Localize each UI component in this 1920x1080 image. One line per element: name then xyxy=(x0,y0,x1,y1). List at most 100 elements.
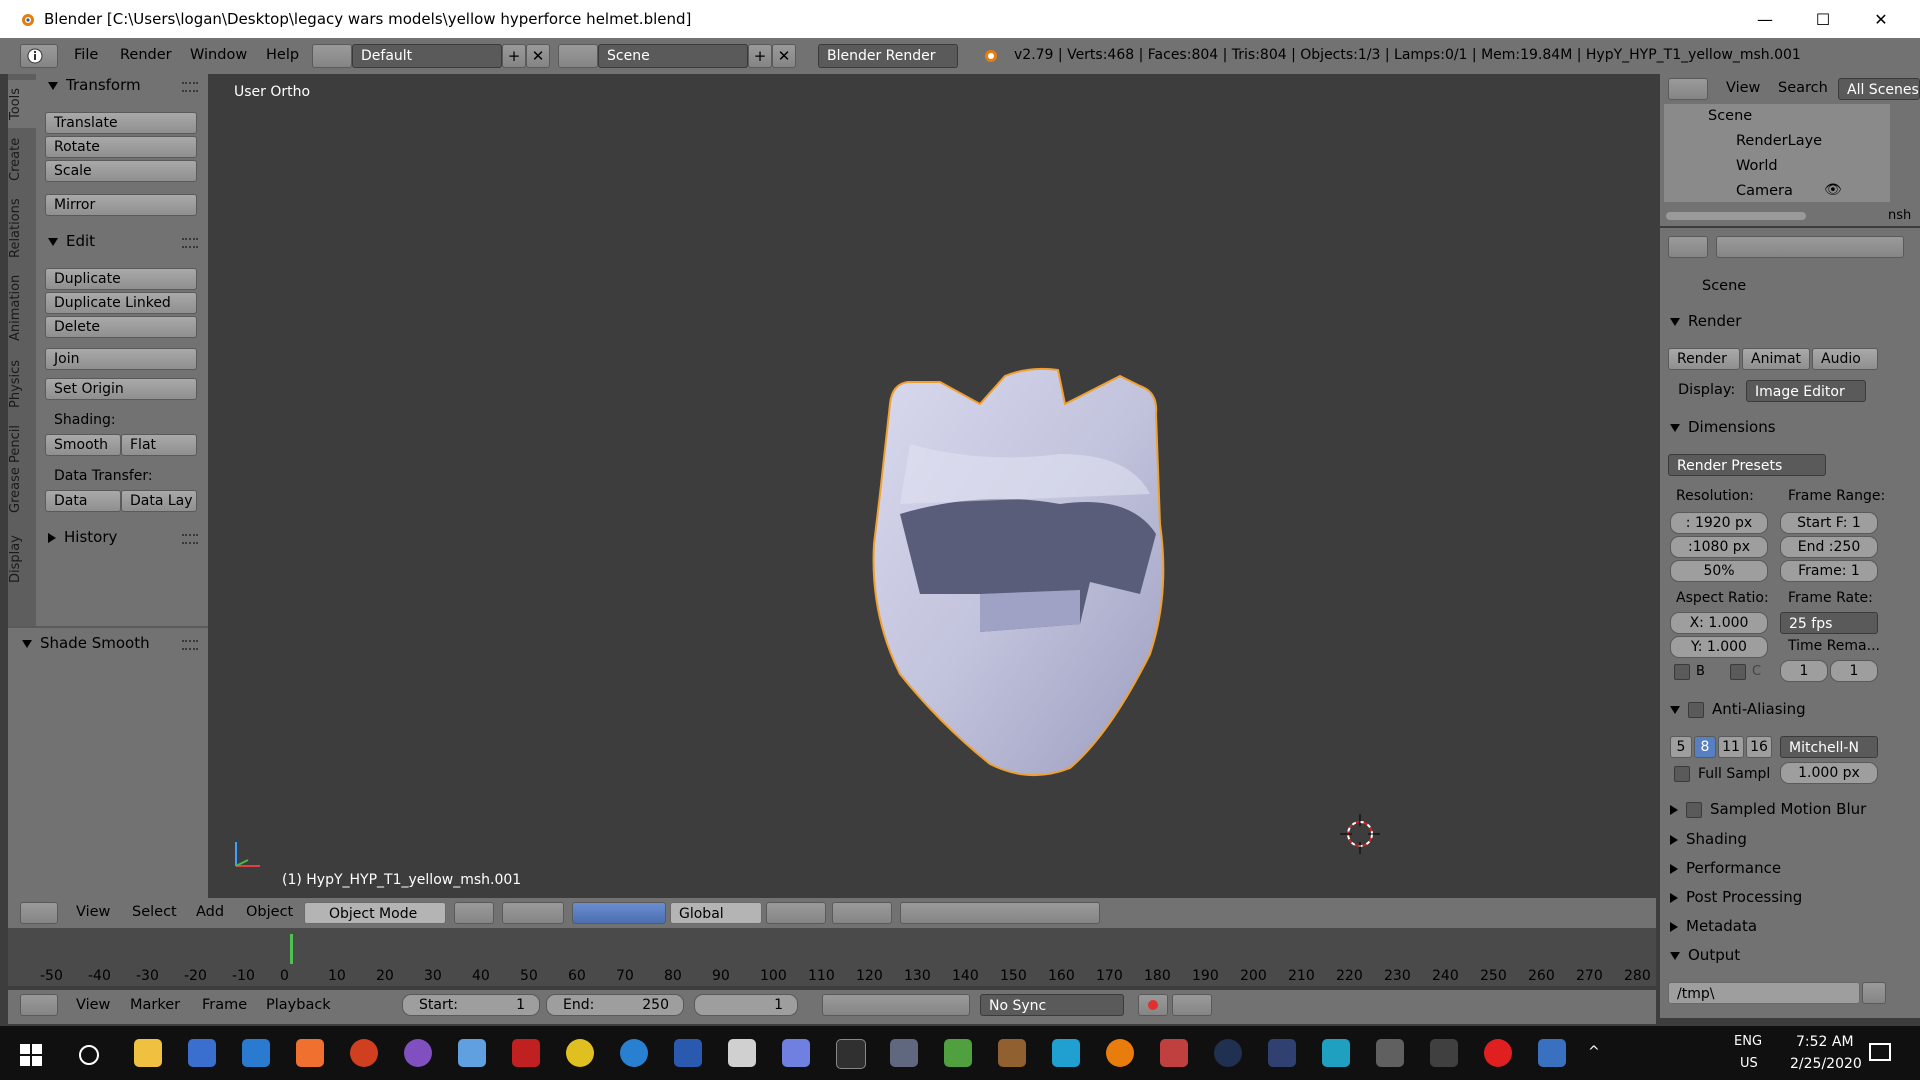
output-path-field[interactable]: /tmp\ xyxy=(1668,982,1860,1004)
frame-menu[interactable]: Frame xyxy=(202,997,247,1013)
editor-type-button[interactable] xyxy=(20,44,58,68)
maps-icon[interactable] xyxy=(404,1039,432,1067)
video-icon[interactable] xyxy=(296,1039,324,1067)
view-menu[interactable]: View xyxy=(76,904,110,920)
full-sample-checkbox[interactable] xyxy=(1674,766,1690,782)
tray-chevron-icon[interactable]: ^ xyxy=(1588,1044,1600,1060)
motion-blur-checkbox[interactable] xyxy=(1686,801,1702,818)
add-layout-icon[interactable]: + xyxy=(502,44,526,68)
resolution-x-field[interactable]: : 1920 px xyxy=(1670,512,1768,534)
outliner-scene[interactable]: Scene xyxy=(1708,108,1752,124)
end-f-field[interactable]: End :250 xyxy=(1780,536,1878,558)
render-button[interactable]: Render xyxy=(1668,348,1740,370)
edit-panel-header[interactable]: Edit xyxy=(48,232,95,250)
keying-set-icon[interactable] xyxy=(1172,994,1212,1016)
frame-field[interactable]: Frame: 1 xyxy=(1780,560,1878,582)
filter-size-field[interactable]: 1.000 px xyxy=(1780,762,1878,784)
display-dropdown[interactable]: Image Editor xyxy=(1746,380,1866,402)
anti-aliasing-panel-header[interactable]: Anti-Aliasing xyxy=(1670,700,1806,718)
resolution-pct-field[interactable]: 50% xyxy=(1670,560,1768,582)
edge-icon[interactable] xyxy=(620,1039,648,1067)
render-engine-dropdown[interactable]: Blender Render xyxy=(818,44,958,68)
aspect-y-field[interactable]: Y: 1.000 xyxy=(1670,636,1768,658)
file-browse-icon[interactable] xyxy=(1862,982,1886,1004)
app5-icon[interactable] xyxy=(1376,1039,1404,1067)
paint-icon[interactable] xyxy=(458,1039,486,1067)
orientation-dropdown[interactable]: Global xyxy=(670,902,762,924)
3d-viewport[interactable]: User Ortho (1) HypY_HYP_T1_yellow_msh.00… xyxy=(210,74,1658,896)
rotate-button[interactable]: Rotate xyxy=(45,136,197,158)
screen-layout-icon[interactable] xyxy=(312,44,352,68)
helmet-mesh[interactable] xyxy=(830,294,1290,794)
app3-icon[interactable] xyxy=(1268,1039,1296,1067)
aspect-x-field[interactable]: X: 1.000 xyxy=(1670,612,1768,634)
output-panel-header[interactable]: Output xyxy=(1670,946,1740,964)
notifications-icon[interactable] xyxy=(1868,1042,1892,1064)
drag-handle-icon[interactable] xyxy=(182,640,198,650)
fps-dropdown[interactable]: 25 fps xyxy=(1780,612,1878,634)
blender-taskbar-icon[interactable] xyxy=(1106,1039,1134,1067)
duplicate-linked-button[interactable]: Duplicate Linked xyxy=(45,292,197,314)
app7-icon[interactable] xyxy=(1538,1039,1566,1067)
playback-menu[interactable]: Playback xyxy=(266,997,331,1013)
game-icon[interactable] xyxy=(890,1039,918,1067)
delete-button[interactable]: Delete xyxy=(45,316,197,338)
windows-start-icon[interactable] xyxy=(20,1044,42,1066)
resolution-y-field[interactable]: :1080 px xyxy=(1670,536,1768,558)
data-button[interactable]: Data xyxy=(45,490,121,512)
object-menu[interactable]: Object xyxy=(246,904,293,920)
render-panel-header[interactable]: Render xyxy=(1670,312,1741,330)
drag-handle-icon[interactable] xyxy=(182,534,198,544)
pivot-icon[interactable] xyxy=(502,902,564,924)
sync-dropdown[interactable]: No Sync xyxy=(980,994,1124,1016)
language-us[interactable]: US xyxy=(1740,1056,1758,1071)
mail-icon[interactable] xyxy=(242,1039,270,1067)
outliner-renderlayer[interactable]: RenderLaye xyxy=(1736,133,1822,149)
app6-icon[interactable] xyxy=(1484,1039,1512,1067)
remove-layout-icon[interactable]: ✕ xyxy=(526,44,550,68)
outliner-world[interactable]: World xyxy=(1736,158,1778,174)
properties-context-tabs[interactable] xyxy=(1716,236,1904,258)
aa-filter-dropdown[interactable]: Mitchell-N xyxy=(1780,736,1878,758)
scene-selector-icon[interactable] xyxy=(558,44,598,68)
tab-grease-pencil[interactable]: Grease Pencil xyxy=(8,420,36,518)
transform-panel-header[interactable]: Transform xyxy=(48,76,141,94)
motion-blur-panel-header[interactable]: Sampled Motion Blur xyxy=(1670,800,1866,818)
aa-samples-8[interactable]: 8 xyxy=(1694,736,1716,758)
translate-button[interactable]: Translate xyxy=(45,112,197,134)
tab-relations[interactable]: Relations xyxy=(8,196,36,260)
visibility-eye-icon[interactable]: 👁 xyxy=(1824,182,1842,198)
mirror-button[interactable]: Mirror xyxy=(45,194,197,216)
shade-smooth-panel-header[interactable]: Shade Smooth xyxy=(22,634,150,652)
viewport-shading-icon[interactable] xyxy=(454,902,494,924)
tab-animation[interactable]: Animation xyxy=(8,270,36,346)
properties-editor-type[interactable] xyxy=(1668,236,1708,258)
history-panel-header[interactable]: History xyxy=(48,528,117,546)
render-presets-dropdown[interactable]: Render Presets xyxy=(1668,454,1826,476)
ccleaner-icon[interactable] xyxy=(1052,1039,1080,1067)
mcafee-icon[interactable] xyxy=(512,1039,540,1067)
unity-icon[interactable] xyxy=(1430,1039,1458,1067)
time-remap-old-field[interactable]: 1 xyxy=(1780,660,1828,682)
duplicate-button[interactable]: Duplicate xyxy=(45,268,197,290)
word-icon[interactable] xyxy=(674,1039,702,1067)
display-mode-dropdown[interactable]: All Scenes xyxy=(1838,78,1920,100)
end-frame-field[interactable]: End: 250 xyxy=(546,994,684,1016)
game2-icon[interactable] xyxy=(998,1039,1026,1067)
current-frame-marker[interactable] xyxy=(290,934,293,964)
outliner-editor-type[interactable] xyxy=(1668,78,1708,100)
app-icon[interactable] xyxy=(728,1039,756,1067)
chrome-icon[interactable] xyxy=(566,1039,594,1067)
file-explorer-icon[interactable] xyxy=(134,1039,162,1067)
join-button[interactable]: Join xyxy=(45,348,197,370)
add-scene-icon[interactable]: + xyxy=(748,44,772,68)
store-icon[interactable] xyxy=(188,1039,216,1067)
drag-handle-icon[interactable] xyxy=(182,238,198,248)
aa-samples-11[interactable]: 11 xyxy=(1718,736,1744,758)
steam-icon[interactable] xyxy=(1214,1039,1242,1067)
menu-file[interactable]: File xyxy=(74,47,98,63)
menu-help[interactable]: Help xyxy=(266,47,299,63)
post-processing-panel-header[interactable]: Post Processing xyxy=(1670,888,1802,906)
scene-field[interactable]: Scene xyxy=(598,44,748,68)
manipulator-icon[interactable] xyxy=(572,902,666,924)
